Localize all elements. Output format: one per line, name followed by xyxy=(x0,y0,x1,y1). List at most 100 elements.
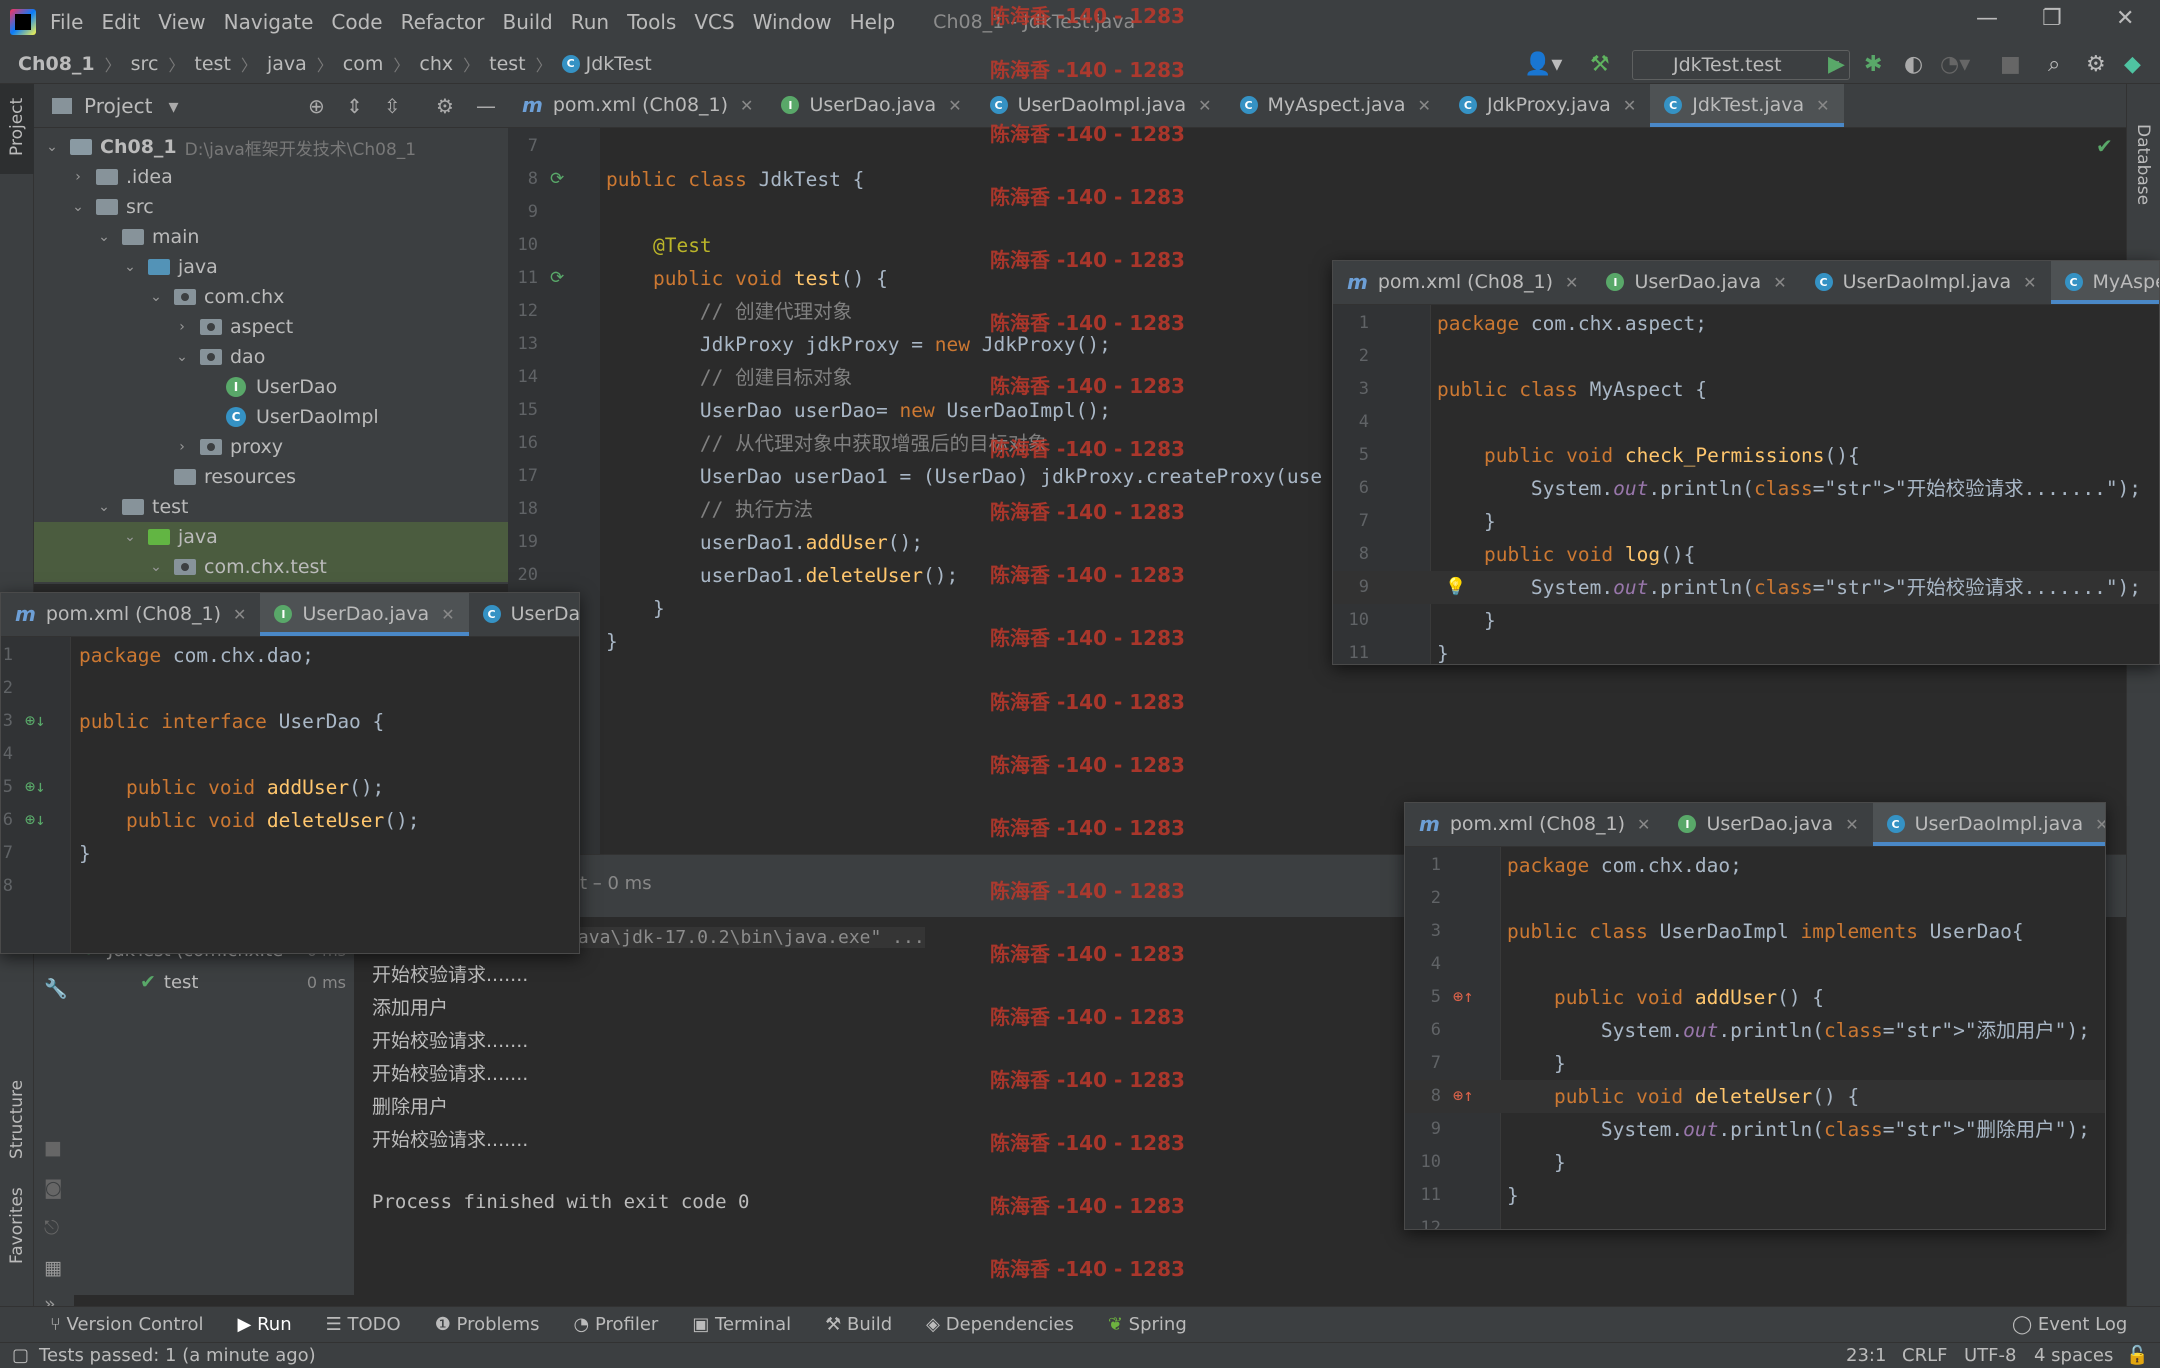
menu-window[interactable]: Window xyxy=(753,10,832,34)
implemented-gutter-icon[interactable]: ⊕↓ xyxy=(25,804,45,837)
project-tree-item[interactable]: ⌄ com.chx.test xyxy=(34,552,508,582)
editor-tab[interactable]: m pom.xml (Ch08_1) ✕ xyxy=(1333,261,1592,304)
expand-all-icon[interactable]: ⇕ xyxy=(346,94,363,118)
editor-tab[interactable]: I UserDao.java ✕ xyxy=(1664,803,1872,846)
event-log-tab[interactable]: ◯ Event Log xyxy=(2012,1314,2127,1335)
hide-panel-icon[interactable]: — xyxy=(476,94,496,118)
menu-build[interactable]: Build xyxy=(503,10,553,34)
breadcrumb-item[interactable]: chx xyxy=(419,53,453,75)
implements-gutter-icon[interactable]: ⊕↑ xyxy=(1453,981,1473,1014)
editor-code-area[interactable]: 1 package com.chx.dao; 2 3 public class User… xyxy=(1405,849,2105,1229)
menu-file[interactable]: File xyxy=(50,10,83,34)
close-tab-icon[interactable]: ✕ xyxy=(1637,815,1650,834)
project-tree-item[interactable]: resources xyxy=(34,462,508,492)
chevron-down-icon[interactable]: ▾ xyxy=(168,94,178,118)
wrench-icon[interactable]: 🔧 xyxy=(44,977,68,1000)
close-tab-icon[interactable]: ✕ xyxy=(2095,815,2105,834)
stop-icon[interactable]: ■ xyxy=(44,1137,62,1159)
problems-tab[interactable]: ❶ Problems xyxy=(435,1314,540,1335)
restore-icon[interactable]: ❐ xyxy=(2042,6,2062,31)
project-tree-item[interactable]: › proxy xyxy=(34,432,508,462)
menu-edit[interactable]: Edit xyxy=(101,10,140,34)
project-tree-item[interactable]: ⌄ dao xyxy=(34,342,508,372)
close-tab-icon[interactable]: ✕ xyxy=(948,96,961,115)
menu-navigate[interactable]: Navigate xyxy=(224,10,314,34)
close-tab-icon[interactable]: ✕ xyxy=(233,605,246,624)
editor-tab[interactable]: m pom.xml (Ch08_1) ✕ xyxy=(508,84,767,127)
breadcrumb-item[interactable]: com xyxy=(343,53,384,75)
editor-tab[interactable]: I UserDao.java ✕ xyxy=(767,84,975,127)
status-message[interactable]: Tests passed: 1 (a minute ago) xyxy=(39,1345,316,1366)
file-encoding[interactable]: UTF-8 xyxy=(1964,1345,2016,1366)
caret-position[interactable]: 23:1 xyxy=(1846,1345,1886,1366)
menu-run[interactable]: Run xyxy=(571,10,609,34)
collapse-all-icon[interactable]: ⇳ xyxy=(384,94,401,118)
project-tree-item[interactable]: ⌄ main xyxy=(34,222,508,252)
favorites-tool-label[interactable]: Favorites xyxy=(7,1187,27,1264)
camera-icon[interactable]: ◙ xyxy=(44,1177,62,1199)
chevron-down-icon[interactable]: ⌄ xyxy=(96,229,112,245)
close-tab-icon[interactable]: ✕ xyxy=(2023,273,2036,292)
menu-help[interactable]: Help xyxy=(850,10,896,34)
chevron-down-icon[interactable]: ⌄ xyxy=(44,139,60,155)
close-tab-icon[interactable]: ✕ xyxy=(1773,273,1786,292)
breadcrumb-item[interactable]: test xyxy=(489,53,526,75)
run-configuration-select[interactable]: JdkTest.test ▾ xyxy=(1632,50,1850,80)
editor-tab[interactable]: C UserDaoImpl.java ✕ xyxy=(1872,803,2105,846)
version-control-tab[interactable]: ⑂ Version Control xyxy=(50,1314,204,1335)
lightbulb-icon[interactable]: 💡 xyxy=(1445,571,1466,604)
chevron-down-icon[interactable]: ⌄ xyxy=(148,289,164,305)
build-tab[interactable]: ⚒ Build xyxy=(825,1314,892,1335)
close-tab-icon[interactable]: ✕ xyxy=(1418,96,1431,115)
gear-icon[interactable]: ⚙ xyxy=(2086,52,2106,77)
inspection-ok-icon[interactable]: ✔ xyxy=(2096,134,2113,158)
project-tree-item[interactable]: ⌄ Ch08_1 D:\java框架开发技术\Ch08_1 xyxy=(34,132,508,162)
indent-setting[interactable]: 4 spaces xyxy=(2034,1345,2113,1366)
window-icon[interactable]: ▢ xyxy=(12,1345,29,1366)
editor-code-area[interactable]: 1 package com.chx.dao; 2 3 public interface … xyxy=(1,639,579,903)
project-tree-item[interactable]: ⌄ java xyxy=(34,252,508,282)
editor-tab[interactable]: C JdkProxy.java ✕ xyxy=(1445,84,1650,127)
jetbrains-toolbox-icon[interactable]: ◆ xyxy=(2124,52,2141,77)
implements-gutter-icon[interactable]: ⊕↑ xyxy=(1453,1080,1473,1113)
editor-tab[interactable]: m pom.xml (Ch08_1) ✕ xyxy=(1405,803,1664,846)
close-icon[interactable]: ✕ xyxy=(2116,6,2134,31)
breadcrumb-item[interactable]: src xyxy=(131,53,159,75)
run-test-gutter-icon[interactable]: ⟳ xyxy=(550,262,564,295)
minimize-icon[interactable]: — xyxy=(1976,6,1998,31)
layout-icon[interactable]: ▦ xyxy=(44,1257,62,1279)
editor-tab[interactable]: C UserDaoImpl.java ✕ xyxy=(1801,261,2051,304)
user-icon[interactable]: 👤▾ xyxy=(1524,52,1562,77)
todo-tab[interactable]: ☰ TODO xyxy=(326,1314,401,1335)
lock-icon[interactable]: 🔓 xyxy=(2126,1345,2148,1366)
close-tab-icon[interactable]: ✕ xyxy=(1565,273,1578,292)
menu-tools[interactable]: Tools xyxy=(627,10,676,34)
breadcrumb-item[interactable]: test xyxy=(194,53,231,75)
editor-tab[interactable]: C MyAspect.java ✕ xyxy=(1226,84,1445,127)
editor-tab[interactable]: C JdkTest.java ✕ xyxy=(1650,84,1844,127)
implemented-gutter-icon[interactable]: ⊕↓ xyxy=(25,771,45,804)
project-tool-label[interactable]: Project xyxy=(7,98,27,156)
close-tab-icon[interactable]: ✕ xyxy=(740,96,753,115)
stop-icon[interactable]: ■ xyxy=(2000,52,2021,77)
editor-tab[interactable]: CUserDaoImpl.ja✕ xyxy=(469,593,579,636)
chevron-right-icon[interactable]: › xyxy=(174,319,190,335)
close-tab-icon[interactable]: ✕ xyxy=(1623,96,1636,115)
project-tree-item[interactable]: ⌄ com.chx xyxy=(34,282,508,312)
breadcrumb-item[interactable]: Ch08_1 xyxy=(18,53,95,75)
project-tree-item[interactable]: ⌄ src xyxy=(34,192,508,222)
run-tab[interactable]: ▶ Run xyxy=(238,1314,292,1335)
profiler-tab[interactable]: ◔ Profiler xyxy=(574,1314,659,1335)
chevron-right-icon[interactable]: › xyxy=(174,439,190,455)
project-tree-item[interactable]: I UserDao xyxy=(34,372,508,402)
line-separator[interactable]: CRLF xyxy=(1902,1345,1947,1366)
breadcrumb-item[interactable]: JdkTest xyxy=(586,53,652,75)
chevron-right-icon[interactable]: › xyxy=(70,169,86,185)
project-tree-item[interactable]: › aspect xyxy=(34,312,508,342)
run-test-gutter-icon[interactable]: ⟳ xyxy=(550,163,564,196)
structure-tool-label[interactable]: Structure xyxy=(7,1080,27,1159)
search-icon[interactable]: ⌕ xyxy=(2048,52,2060,77)
exit-icon[interactable]: ⎋ xyxy=(44,1217,59,1239)
implemented-gutter-icon[interactable]: ⊕↓ xyxy=(25,705,45,738)
close-tab-icon[interactable]: ✕ xyxy=(1198,96,1211,115)
